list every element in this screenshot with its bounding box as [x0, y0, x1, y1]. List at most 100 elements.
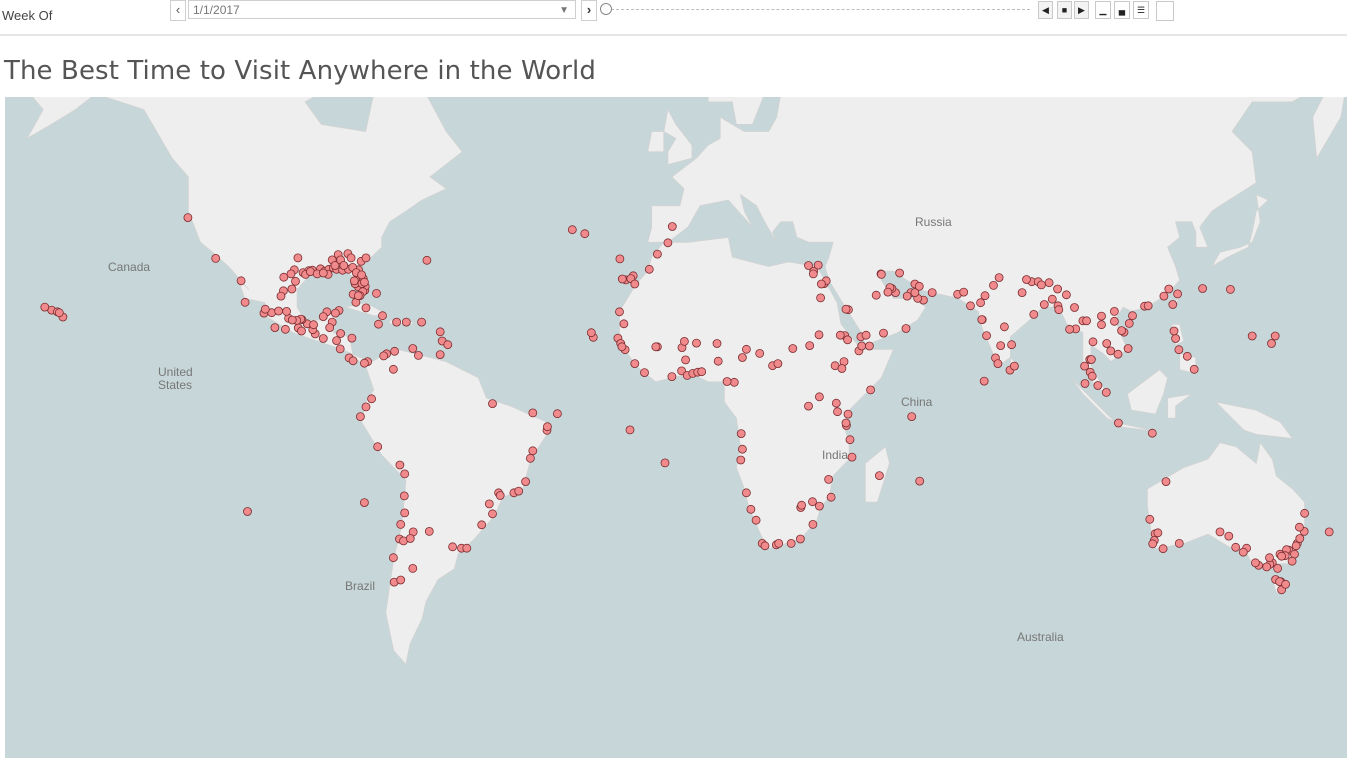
destination-marker[interactable]	[1010, 361, 1019, 371]
step-back-button[interactable]: ◀	[1038, 1, 1053, 19]
destination-marker[interactable]	[1189, 364, 1199, 374]
destination-marker[interactable]	[336, 329, 346, 338]
destination-marker[interactable]	[816, 293, 825, 303]
destination-marker[interactable]	[282, 306, 292, 316]
destination-marker[interactable]	[871, 290, 881, 300]
destination-marker[interactable]	[1158, 544, 1168, 554]
destination-marker[interactable]	[722, 377, 732, 386]
next-week-button[interactable]: ›	[581, 0, 597, 21]
destination-marker[interactable]	[1000, 322, 1009, 332]
destination-marker[interactable]	[330, 308, 340, 318]
destination-marker[interactable]	[1277, 551, 1286, 561]
destination-marker[interactable]	[808, 519, 818, 529]
destination-marker[interactable]	[1053, 284, 1062, 294]
destination-marker[interactable]	[1145, 514, 1155, 524]
destination-marker[interactable]	[1174, 538, 1184, 548]
destination-marker[interactable]	[895, 268, 904, 278]
destination-marker[interactable]	[1106, 346, 1116, 356]
destination-marker[interactable]	[400, 508, 410, 518]
destination-marker[interactable]	[1044, 278, 1054, 288]
destination-marker[interactable]	[617, 274, 627, 284]
destination-marker[interactable]	[1117, 326, 1126, 336]
destination-marker[interactable]	[359, 498, 369, 508]
destination-marker[interactable]	[1324, 527, 1334, 537]
destination-marker[interactable]	[528, 408, 538, 418]
destination-marker[interactable]	[40, 302, 50, 312]
destination-marker[interactable]	[260, 304, 270, 314]
destination-marker[interactable]	[760, 541, 770, 551]
destination-marker[interactable]	[495, 491, 505, 500]
destination-marker[interactable]	[914, 281, 924, 291]
destination-marker[interactable]	[405, 534, 415, 543]
destination-marker[interactable]	[395, 460, 405, 470]
stop-button[interactable]: ■	[1057, 1, 1072, 19]
speed-medium-button[interactable]: ▄	[1114, 1, 1130, 19]
destination-marker[interactable]	[372, 288, 381, 298]
destination-marker[interactable]	[291, 276, 300, 286]
destination-marker[interactable]	[388, 364, 398, 374]
destination-marker[interactable]	[346, 253, 356, 263]
destination-marker[interactable]	[488, 509, 497, 519]
destination-marker[interactable]	[1088, 337, 1098, 347]
destination-marker[interactable]	[796, 534, 805, 544]
destination-marker[interactable]	[1270, 331, 1280, 341]
destination-marker[interactable]	[847, 452, 857, 462]
destination-marker[interactable]	[993, 359, 1003, 369]
destination-marker[interactable]	[1123, 344, 1133, 353]
world-map[interactable]: Canada United States Brazil Russia China…	[5, 97, 1347, 758]
destination-marker[interactable]	[243, 507, 252, 516]
destination-marker[interactable]	[1101, 387, 1111, 397]
destination-marker[interactable]	[462, 543, 472, 553]
destination-marker[interactable]	[1148, 539, 1158, 549]
destination-marker[interactable]	[521, 477, 530, 487]
destination-marker[interactable]	[915, 476, 925, 486]
destination-marker[interactable]	[879, 328, 888, 338]
destination-marker[interactable]	[309, 320, 319, 330]
destination-marker[interactable]	[712, 339, 722, 348]
destination-marker[interactable]	[374, 319, 383, 329]
destination-marker[interactable]	[1087, 371, 1097, 381]
destination-marker[interactable]	[902, 291, 912, 301]
destination-marker[interactable]	[1173, 289, 1182, 299]
destination-marker[interactable]	[1065, 324, 1074, 334]
destination-marker[interactable]	[318, 334, 328, 343]
destination-marker[interactable]	[400, 469, 410, 479]
destination-marker[interactable]	[379, 351, 389, 361]
destination-marker[interactable]	[736, 429, 746, 439]
destination-marker[interactable]	[640, 368, 649, 378]
destination-marker[interactable]	[866, 385, 875, 395]
destination-marker[interactable]	[553, 409, 562, 419]
destination-marker[interactable]	[774, 538, 784, 548]
destination-marker[interactable]	[1281, 579, 1290, 589]
destination-marker[interactable]	[422, 255, 432, 265]
destination-marker[interactable]	[1029, 309, 1039, 319]
destination-marker[interactable]	[681, 355, 690, 365]
destination-marker[interactable]	[408, 563, 418, 573]
destination-marker[interactable]	[280, 324, 290, 334]
destination-marker[interactable]	[357, 270, 367, 280]
destination-marker[interactable]	[514, 486, 524, 496]
destination-marker[interactable]	[488, 399, 497, 409]
destination-marker[interactable]	[353, 291, 363, 301]
destination-marker[interactable]	[1300, 508, 1309, 518]
destination-marker[interactable]	[615, 307, 624, 317]
destination-marker[interactable]	[1097, 311, 1106, 321]
destination-marker[interactable]	[804, 401, 813, 411]
destination-marker[interactable]	[54, 308, 64, 318]
destination-marker[interactable]	[270, 323, 280, 333]
destination-marker[interactable]	[435, 350, 445, 360]
destination-marker[interactable]	[424, 526, 434, 536]
destination-marker[interactable]	[332, 336, 342, 346]
destination-marker[interactable]	[236, 276, 246, 286]
destination-marker[interactable]	[1110, 316, 1119, 326]
destination-marker[interactable]	[982, 331, 991, 341]
destination-marker[interactable]	[814, 330, 824, 340]
destination-marker[interactable]	[417, 317, 427, 327]
destination-marker[interactable]	[883, 287, 893, 297]
destination-marker[interactable]	[297, 326, 306, 336]
destination-marker[interactable]	[1287, 556, 1297, 566]
previous-week-button[interactable]: ‹	[170, 0, 186, 21]
week-of-dropdown[interactable]: 1/1/2017 ▼	[188, 0, 576, 19]
destination-marker[interactable]	[1171, 334, 1180, 343]
destination-marker[interactable]	[287, 284, 297, 294]
